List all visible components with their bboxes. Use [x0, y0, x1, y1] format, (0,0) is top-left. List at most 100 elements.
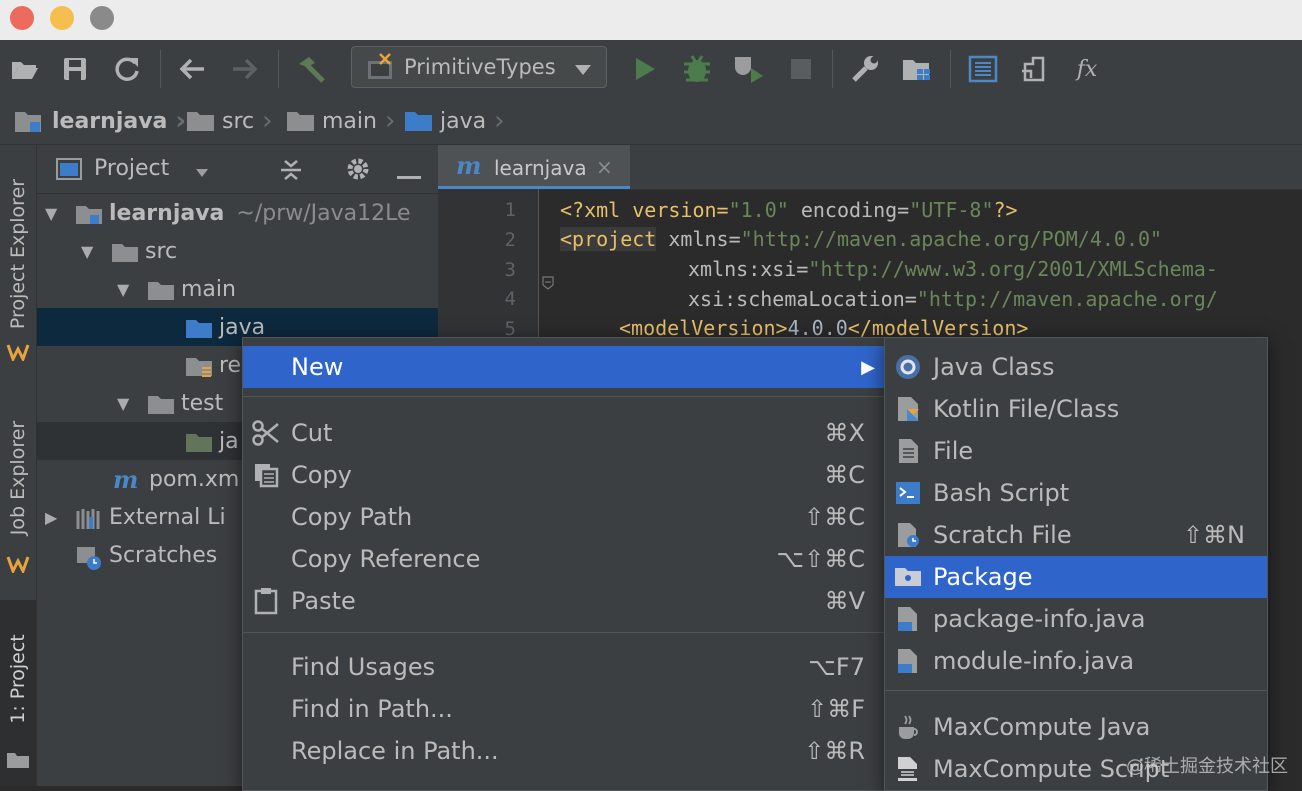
folder-icon: [111, 241, 138, 262]
code-line-4: xsi:schemaLocation="http://maven.apache.…: [688, 287, 1218, 311]
project-panel-header: Project: [37, 145, 438, 194]
file-icon: [893, 436, 923, 466]
terminal-icon: [893, 478, 923, 508]
project-view-icon: [55, 157, 83, 185]
menu-item-copy-reference[interactable]: Copy Reference ⌥⇧⌘C: [243, 538, 887, 580]
maxcompute-icon: [6, 341, 30, 365]
fx-icon[interactable]: fx: [1070, 52, 1104, 86]
editor-tab-bar: m learnjava ×: [438, 145, 1302, 190]
folder-icon: [187, 112, 214, 131]
copy-icon: [251, 460, 281, 490]
wrench-icon[interactable]: [848, 52, 882, 86]
submenu-item-java-class[interactable]: Java Class: [885, 346, 1267, 388]
menu-item-find-usages[interactable]: Find Usages ⌥F7: [243, 646, 887, 688]
submenu-arrow-icon: ▶: [861, 356, 875, 378]
collapse-all-icon[interactable]: [279, 157, 303, 187]
menu-item-new[interactable]: New ▶: [243, 346, 887, 388]
new-submenu: Java Class Kotlin File/Class File Bash S…: [884, 337, 1268, 791]
source-folder-icon: [185, 317, 212, 338]
code-line-2: <project xmlns="http://maven.apache.org/…: [560, 227, 1163, 251]
menu-item-find-in-path[interactable]: Find in Path... ⇧⌘F: [243, 688, 887, 730]
minimize-window-button[interactable]: [50, 6, 74, 30]
pack-icon[interactable]: [1018, 52, 1052, 86]
window-title-bar: [0, 0, 1302, 40]
submenu-item-kotlin-file-class[interactable]: Kotlin File/Class: [885, 388, 1267, 430]
submenu-item-package[interactable]: Package: [885, 556, 1267, 598]
main-toolbar: PrimitiveTypes fx: [0, 40, 1302, 99]
source-folder-icon: [405, 112, 432, 131]
chevron-down-icon: [574, 61, 592, 80]
forward-arrow-icon[interactable]: [228, 52, 262, 86]
breadcrumb-item-src[interactable]: src ›: [186, 104, 273, 138]
scratches-icon: [75, 545, 101, 570]
java-file-icon: [893, 604, 923, 634]
project-structure-icon[interactable]: [900, 52, 934, 86]
code-line-1: <?xml version="1.0" encoding="UTF-8"?>: [560, 198, 1018, 222]
module-folder-icon: [15, 112, 41, 132]
folder-icon: [287, 112, 314, 131]
sdk-icon[interactable]: [966, 52, 1000, 86]
maxcompute-icon: [6, 553, 30, 577]
run-icon[interactable]: [628, 52, 662, 86]
stop-icon[interactable]: [784, 52, 818, 86]
back-arrow-icon[interactable]: [175, 52, 209, 86]
package-folder-icon: [893, 562, 923, 592]
coverage-icon[interactable]: [732, 52, 766, 86]
breadcrumb-item-java[interactable]: java ›: [404, 104, 505, 138]
scratch-file-icon: [893, 520, 923, 550]
project-view-selector[interactable]: Project: [94, 156, 169, 181]
sql-file-icon: [893, 754, 923, 784]
breadcrumb-item-main[interactable]: main ›: [286, 104, 395, 138]
maven-file-icon: m: [456, 151, 482, 180]
zoom-window-button[interactable]: [90, 6, 114, 30]
gear-icon[interactable]: [345, 156, 371, 186]
fold-marker-icon[interactable]: [542, 275, 554, 294]
debug-icon[interactable]: [680, 52, 714, 86]
submenu-item-scratch-file[interactable]: Scratch File ⇧⌘N: [885, 514, 1267, 556]
minimize-panel-icon[interactable]: [397, 167, 421, 186]
submenu-item-maxcompute-java[interactable]: MaxCompute Java: [885, 706, 1267, 748]
build-hammer-icon[interactable]: [293, 52, 327, 86]
run-config-label: PrimitiveTypes: [404, 55, 556, 79]
open-folder-icon[interactable]: [8, 52, 42, 86]
menu-item-copy[interactable]: Copy ⌘C: [243, 454, 887, 496]
tab-project-active[interactable]: 1: Project: [0, 600, 36, 786]
menu-item-copy-path[interactable]: Copy Path ⇧⌘C: [243, 496, 887, 538]
folder-icon: [147, 279, 174, 300]
kotlin-file-icon: [893, 394, 923, 424]
folder-icon: [6, 750, 30, 774]
editor-tab-learnjava[interactable]: m learnjava ×: [438, 145, 630, 189]
sync-icon[interactable]: [110, 52, 144, 86]
close-tab-icon[interactable]: ×: [596, 155, 613, 179]
java-class-icon: [893, 352, 923, 382]
menu-item-paste[interactable]: Paste ⌘V: [243, 580, 887, 622]
tree-item-main[interactable]: ▼ main: [37, 270, 438, 308]
breadcrumb: learnjava › src › main › java ›: [0, 98, 1302, 145]
chevron-down-icon[interactable]: [195, 163, 209, 182]
tree-item-src[interactable]: ▼ src: [37, 232, 438, 270]
folder-icon: [147, 393, 174, 414]
save-icon[interactable]: [58, 52, 92, 86]
submenu-item-bash-script[interactable]: Bash Script: [885, 472, 1267, 514]
scissors-icon: [251, 418, 281, 448]
breadcrumb-item-learnjava[interactable]: learnjava ›: [14, 104, 186, 138]
run-config-icon: [366, 53, 396, 87]
submenu-item-package-info[interactable]: package-info.java: [885, 598, 1267, 640]
run-configuration-selector[interactable]: PrimitiveTypes: [351, 46, 607, 88]
module-folder-icon: [75, 203, 102, 224]
left-tool-strip: Project Explorer Job Explorer 1: Project: [0, 145, 37, 786]
menu-item-cut[interactable]: Cut ⌘X: [243, 412, 887, 454]
submenu-item-file[interactable]: File: [885, 430, 1267, 472]
menu-item-replace-in-path[interactable]: Replace in Path... ⇧⌘R: [243, 730, 887, 772]
tab-job-explorer[interactable]: Job Explorer: [0, 403, 36, 553]
tree-item-learnjava[interactable]: ▼ learnjava ~/prw/Java12Le: [37, 194, 438, 232]
watermark: @稀土掘金技术社区: [1126, 756, 1288, 777]
test-folder-icon: [185, 431, 212, 452]
coffee-cup-icon: [893, 712, 923, 742]
context-menu: New ▶ Cut ⌘X Copy ⌘C Copy Path ⇧⌘C Copy …: [242, 337, 888, 791]
java-file-icon: [893, 646, 923, 676]
resources-folder-icon: [185, 355, 212, 377]
tab-project-explorer[interactable]: Project Explorer: [0, 159, 36, 349]
close-window-button[interactable]: [10, 6, 34, 30]
submenu-item-module-info[interactable]: module-info.java: [885, 640, 1267, 682]
